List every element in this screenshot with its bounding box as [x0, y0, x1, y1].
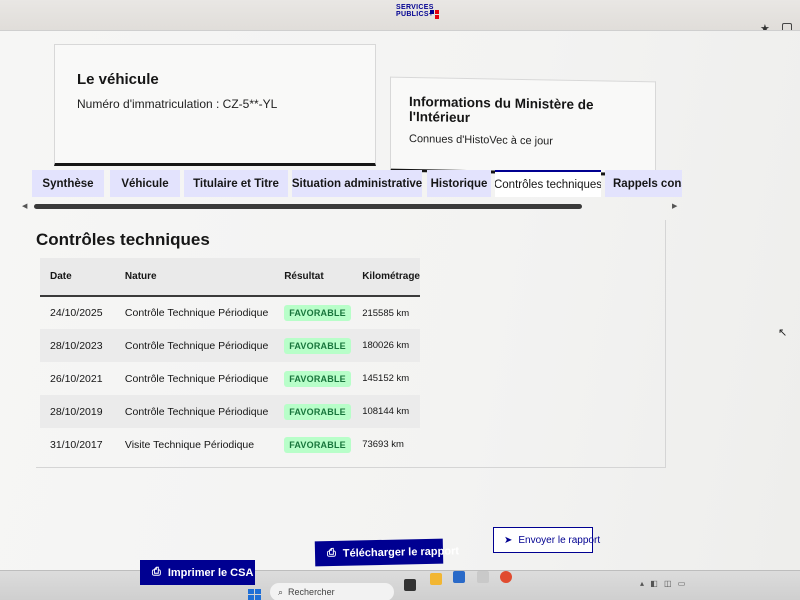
col-nature: Nature [114, 258, 275, 297]
paper-plane-icon: ➤ [504, 534, 513, 546]
send-report-button[interactable]: ➤ Envoyer le rapport [493, 527, 600, 553]
table-row: 24/10/2025 Contrôle Technique Périodique… [50, 305, 410, 321]
tab-historique[interactable]: Historique [427, 170, 491, 197]
table-row: 26/10/2021 Contrôle Technique Périodique… [50, 370, 410, 387]
browser-toolbar: SERVICES PUBLICS+ ★ [0, 0, 800, 35]
vehicle-card: Le véhicule Numéro d'immatriculation : C… [54, 44, 376, 166]
scroll-right-icon[interactable]: ▶ [672, 202, 677, 210]
scroll-left-icon[interactable]: ◀ [22, 202, 27, 210]
table-row: 28/10/2023 Contrôle Technique Périodique… [40, 329, 420, 362]
status-badge: FAVORABLE [284, 403, 351, 420]
chrome-icon[interactable] [500, 571, 512, 583]
services-publics-logo[interactable]: SERVICES PUBLICS+ [396, 4, 439, 19]
col-date: Date [40, 258, 115, 297]
status-badge: FAVORABLE [284, 370, 351, 387]
taskbar-search-input[interactable]: ⌕ Rechercher [270, 583, 394, 600]
task-view-icon[interactable] [404, 579, 416, 591]
scrollbar-thumb[interactable] [34, 204, 582, 209]
col-kilometrage: Kilométrage [352, 258, 420, 297]
file-explorer-icon[interactable] [430, 573, 442, 585]
status-badge: FAVORABLE [284, 305, 351, 321]
download-report-button[interactable]: ⎙ Télécharger le rapport [314, 538, 459, 567]
table-header-row: Date Nature Résultat Kilométrage [40, 258, 420, 297]
plate-number: Numéro d'immatriculation : CZ-5**-YL [77, 97, 278, 111]
magnifier-icon: ⌕ [278, 586, 284, 597]
vehicle-card-title: Le véhicule [77, 71, 159, 88]
system-tray[interactable]: ▴ ◧ ◫ ▭ [640, 579, 687, 588]
panel-title: Contrôles techniques [36, 230, 210, 249]
tab-synthese[interactable]: Synthèse [32, 170, 104, 197]
col-resultat: Résultat [274, 258, 353, 297]
tab-rappels-constructeur[interactable]: Rappels construc [605, 170, 682, 197]
tab-situation-administrative[interactable]: Situation administrative [292, 170, 422, 197]
mouse-cursor-icon: ↖ [778, 327, 788, 339]
tab-bar: Synthèse Véhicule Titulaire et Titre Sit… [32, 170, 682, 204]
table-row: 28/10/2019 Contrôle Technique Périodique… [40, 395, 420, 428]
inspections-table: Date Nature Résultat Kilométrage 24/10/2… [40, 258, 420, 461]
ministry-info-card: Informations du Ministère de l'Intérieur… [390, 76, 656, 177]
table-row: 31/10/2017 Visite Technique Périodique F… [50, 436, 404, 453]
status-badge: FAVORABLE [284, 337, 351, 354]
ministry-info-title: Informations du Ministère de l'Intérieur [409, 94, 594, 126]
ministry-info-subtitle: Connues d'HistoVec à ce jour [409, 133, 553, 148]
tab-controles-techniques[interactable]: Contrôles techniques [495, 170, 601, 197]
tab-titulaire[interactable]: Titulaire et Titre [184, 170, 288, 197]
store-icon[interactable] [453, 571, 465, 583]
tab-vehicule[interactable]: Véhicule [110, 170, 180, 197]
printer-icon: ⎙ [152, 566, 161, 578]
app-icon[interactable] [477, 571, 489, 583]
logo-mark-icon [430, 10, 440, 19]
status-badge: FAVORABLE [284, 436, 351, 453]
windows-logo-icon[interactable] [248, 589, 262, 600]
print-csa-button[interactable]: ⎙ Imprimer le CSA [140, 560, 255, 585]
windows-taskbar: ⌕ Rechercher ▴ ◧ ◫ ▭ [0, 570, 800, 600]
printer-icon: ⎙ [326, 546, 336, 560]
